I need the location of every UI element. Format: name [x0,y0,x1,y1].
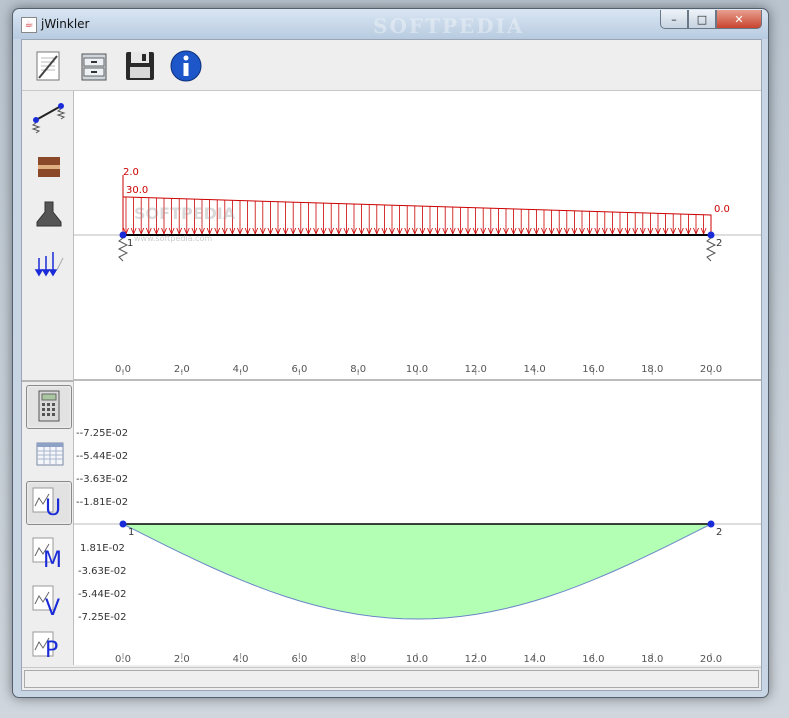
title-watermark: SOFTPEDIA [373,14,525,38]
load-label-top-left: 2.0 [123,167,139,178]
upper-axis-tick-label: 8.0 [350,364,366,375]
material-icon[interactable] [26,145,72,189]
window-title: jWinkler [41,17,90,31]
y-axis-label: -5.44E-02 [78,589,127,600]
spring-1 [117,237,129,262]
canvas-watermark-url: www.softpedia.com [134,234,212,243]
app-window: ☕ jWinkler SOFTPEDIA – □ ✕ U M V P 1 2 2… [12,8,769,698]
section-icon[interactable] [26,193,72,237]
upper-axis-tick-label: 12.0 [465,364,487,375]
y-axis-label: -3.63E-02 [78,566,127,577]
open-cabinet-icon[interactable] [76,48,112,84]
plot-P-letter: P [45,638,59,663]
y-axis-label: --3.63E-02 [76,474,128,485]
distributed-load-icon[interactable] [26,241,72,285]
upper-axis-tick-label: 14.0 [523,364,545,375]
plot-M-letter: M [43,548,62,573]
lower-axis-tick-label: 8.0 [350,654,366,665]
plot-V-icon[interactable]: V [26,579,72,623]
upper-axis-tick-label: 0.0 [115,364,131,375]
lower-axis-tick-label: 2.0 [174,654,190,665]
plot-P-icon[interactable]: P [26,625,72,669]
node-2[interactable] [707,231,715,239]
y-axis-label: -7.25E-02 [78,612,127,623]
lower-axis-tick-label: 6.0 [291,654,307,665]
result-node-1[interactable] [119,520,127,528]
upper-axis-tick-label: 20.0 [700,364,722,375]
main-toolbar [22,40,761,91]
client-area: U M V P 1 2 2.0 30.0 0.0 SOFTPEDIA www.s… [21,39,762,691]
plot-V-letter: V [45,596,61,621]
result-plot-canvas[interactable]: 1 2 --7.25E-02 --5.44E-02 --3.63E-02 --1.81… [74,381,761,665]
lower-axis-tick-label: 16.0 [582,654,604,665]
panel-separator [22,380,73,382]
y-axis-label: 1.81E-02 [80,543,125,554]
new-document-icon[interactable] [30,48,66,84]
lower-axis-tick-label: 18.0 [641,654,663,665]
upper-axis-tick-label: 2.0 [174,364,190,375]
status-bar [22,667,761,690]
y-axis-label: --1.81E-02 [76,497,128,508]
result-node-2-label: 2 [716,527,722,538]
upper-axis-tick-label: 16.0 [582,364,604,375]
upper-axis-tick-label: 10.0 [406,364,428,375]
beam-model-canvas[interactable]: 1 2 2.0 30.0 0.0 SOFTPEDIA www.softpedia… [74,91,761,381]
result-node-1-label: 1 [128,527,134,538]
title-bar[interactable]: ☕ jWinkler SOFTPEDIA – □ ✕ [13,9,768,39]
load-label-right: 0.0 [714,204,730,215]
result-node-2[interactable] [707,520,715,528]
info-icon[interactable] [168,48,204,84]
plot-U-letter: U [45,496,62,521]
save-disk-icon[interactable] [122,48,158,84]
lower-axis-tick-label: 0.0 [115,654,131,665]
java-app-icon: ☕ [21,17,37,33]
plot-U-icon[interactable]: U [26,481,72,525]
y-axis-label: --5.44E-02 [76,451,128,462]
canvas-watermark: SOFTPEDIA [134,204,236,223]
y-axis-label: --7.25E-02 [76,428,128,439]
node-1-label: 1 [127,238,133,249]
spring-2 [705,237,717,262]
lower-axis-tick-label: 12.0 [465,654,487,665]
upper-axis-tick-label: 4.0 [233,364,249,375]
lower-axis-tick-label: 10.0 [406,654,428,665]
maximize-button[interactable]: □ [688,10,716,29]
lower-x-axis: 0.0 2.0 4.0 6.0 8.0 10.0 12.0 14.0 16.0 18.0 20.0 [115,653,722,665]
close-button[interactable]: ✕ [716,10,762,29]
lower-axis-tick-label: 14.0 [523,654,545,665]
plot-M-icon[interactable]: M [26,531,72,575]
calculator-icon[interactable] [26,385,72,429]
lower-axis-tick-label: 4.0 [233,654,249,665]
left-tool-panel: U M V P [22,91,74,665]
node-2-label: 2 [716,238,722,249]
upper-x-axis: 0.0 2.0 4.0 6.0 8.0 10.0 12.0 14.0 16.0 18.0 20.0 [115,364,722,375]
deflection-area [122,523,712,620]
status-field [24,670,759,688]
table-icon[interactable] [26,433,72,477]
node-1[interactable] [119,231,127,239]
load-label-left: 30.0 [126,185,148,196]
upper-axis-tick-label: 6.0 [291,364,307,375]
lower-axis-tick-label: 20.0 [700,654,722,665]
beam-element-icon[interactable] [26,95,72,139]
upper-axis-tick-label: 18.0 [641,364,663,375]
minimize-button[interactable]: – [660,10,688,29]
